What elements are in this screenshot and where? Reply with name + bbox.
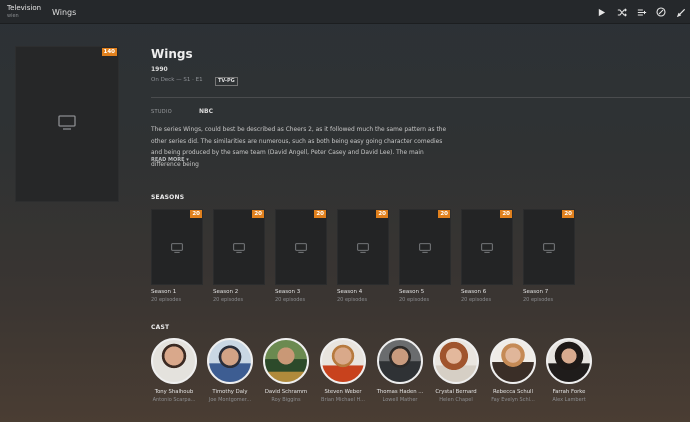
- seasons-heading: SEASONS: [151, 194, 185, 201]
- cast-member[interactable]: Rebecca Schull Fay Evelyn Schl...: [488, 338, 538, 403]
- season-name[interactable]: Season 3: [275, 289, 327, 295]
- tv-placeholder-icon: [543, 238, 555, 257]
- season-name[interactable]: Season 2: [213, 289, 265, 295]
- library-subtitle: wien: [7, 13, 19, 19]
- avatar[interactable]: [490, 338, 536, 384]
- season-card[interactable]: 20 Season 6 20 episodes: [461, 209, 513, 303]
- cast-member[interactable]: David Schramm Roy Biggins: [261, 338, 311, 403]
- tv-placeholder-icon: [357, 238, 369, 257]
- character-name: Antonio Scarpa...: [152, 397, 196, 403]
- season-poster[interactable]: 20: [399, 209, 451, 285]
- season-poster[interactable]: 20: [461, 209, 513, 285]
- season-badge: 20: [190, 210, 202, 218]
- show-year: 1990: [151, 66, 168, 73]
- unwatched-count-badge: 140: [101, 48, 117, 56]
- cast-member[interactable]: Crystal Bernard Helen Chapel: [431, 338, 481, 403]
- tv-placeholder-icon: [171, 238, 183, 257]
- cast-member[interactable]: Farrah Forke Alex Lambert: [544, 338, 594, 403]
- cast-member[interactable]: Thomas Haden ... Lowell Mather: [375, 338, 425, 403]
- actor-name: David Schramm: [264, 389, 308, 395]
- divider: [151, 97, 690, 98]
- season-card[interactable]: 20 Season 7 20 episodes: [523, 209, 575, 303]
- character-name: Helen Chapel: [439, 397, 473, 403]
- actor-name: Thomas Haden ...: [376, 389, 424, 395]
- tv-placeholder-icon: [233, 238, 245, 257]
- read-more-button[interactable]: READ MORE ▾: [151, 157, 189, 163]
- character-name: Fay Evelyn Schl...: [491, 397, 535, 403]
- season-episode-count: 20 episodes: [337, 297, 368, 303]
- season-badge: 20: [376, 210, 388, 218]
- avatar[interactable]: [546, 338, 592, 384]
- season-badge: 20: [252, 210, 264, 218]
- avatar[interactable]: [207, 338, 253, 384]
- season-poster[interactable]: 20: [275, 209, 327, 285]
- character-name: Roy Biggins: [271, 397, 301, 403]
- season-poster[interactable]: 20: [523, 209, 575, 285]
- on-deck-link[interactable]: On Deck — S1 · E1: [151, 77, 203, 83]
- actor-name: Farrah Forke: [552, 389, 586, 395]
- show-poster[interactable]: 140: [15, 46, 119, 202]
- season-badge: 20: [314, 210, 326, 218]
- tv-placeholder-icon: [58, 114, 76, 134]
- season-episode-count: 20 episodes: [461, 297, 492, 303]
- avatar[interactable]: [263, 338, 309, 384]
- page-title: Wings: [52, 8, 77, 17]
- avatar[interactable]: [377, 338, 423, 384]
- season-name[interactable]: Season 6: [461, 289, 513, 295]
- season-card[interactable]: 20 Season 3 20 episodes: [275, 209, 327, 303]
- content-rating-badge: TV-PG: [215, 77, 238, 86]
- avatar[interactable]: [151, 338, 197, 384]
- character-name: Alex Lambert: [552, 397, 586, 403]
- season-episode-count: 20 episodes: [399, 297, 430, 303]
- mark-watched-icon[interactable]: [655, 6, 667, 18]
- season-badge: 20: [500, 210, 512, 218]
- season-card[interactable]: 20 Season 2 20 episodes: [213, 209, 265, 303]
- season-poster[interactable]: 20: [337, 209, 389, 285]
- tv-placeholder-icon: [481, 238, 493, 257]
- season-card[interactable]: 20 Season 5 20 episodes: [399, 209, 451, 303]
- studio-label: STUDIO: [151, 109, 172, 115]
- avatar[interactable]: [433, 338, 479, 384]
- character-name: Joe Montgomer...: [208, 397, 252, 403]
- season-badge: 20: [438, 210, 450, 218]
- top-bar: Television wien Wings: [0, 0, 690, 24]
- season-episode-count: 20 episodes: [151, 297, 182, 303]
- shuffle-icon[interactable]: [616, 6, 628, 18]
- season-card[interactable]: 20 Season 1 20 episodes: [151, 209, 203, 303]
- actor-name: Timothy Daly: [212, 389, 248, 395]
- season-episode-count: 20 episodes: [213, 297, 244, 303]
- season-name[interactable]: Season 5: [399, 289, 451, 295]
- cast-member[interactable]: Steven Weber Brian Michael H...: [318, 338, 368, 403]
- actor-name: Rebecca Schull: [492, 389, 533, 395]
- season-name[interactable]: Season 4: [337, 289, 389, 295]
- edit-icon[interactable]: [675, 6, 687, 18]
- season-poster[interactable]: 20: [151, 209, 203, 285]
- actor-name: Tony Shalhoub: [154, 389, 194, 395]
- library-title[interactable]: Television: [7, 4, 41, 12]
- season-poster[interactable]: 20: [213, 209, 265, 285]
- cast-heading: CAST: [151, 324, 170, 331]
- actor-name: Crystal Bernard: [435, 389, 477, 395]
- character-name: Brian Michael H...: [321, 397, 365, 403]
- season-name[interactable]: Season 7: [523, 289, 575, 295]
- tv-placeholder-icon: [295, 238, 307, 257]
- studio-value: NBC: [199, 108, 213, 115]
- season-episode-count: 20 episodes: [275, 297, 306, 303]
- actor-name: Steven Weber: [324, 389, 362, 395]
- add-to-playlist-icon[interactable]: [636, 6, 648, 18]
- season-episode-count: 20 episodes: [523, 297, 554, 303]
- season-card[interactable]: 20 Season 4 20 episodes: [337, 209, 389, 303]
- character-name: Lowell Mather: [382, 397, 418, 403]
- show-summary: The series Wings, could best be describe…: [151, 127, 447, 168]
- season-name[interactable]: Season 1: [151, 289, 203, 295]
- cast-member[interactable]: Timothy Daly Joe Montgomer...: [205, 338, 255, 403]
- season-badge: 20: [562, 210, 574, 218]
- cast-member[interactable]: Tony Shalhoub Antonio Scarpa...: [149, 338, 199, 403]
- play-icon[interactable]: [595, 6, 607, 18]
- show-title: Wings: [151, 47, 193, 61]
- avatar[interactable]: [320, 338, 366, 384]
- tv-placeholder-icon: [419, 238, 431, 257]
